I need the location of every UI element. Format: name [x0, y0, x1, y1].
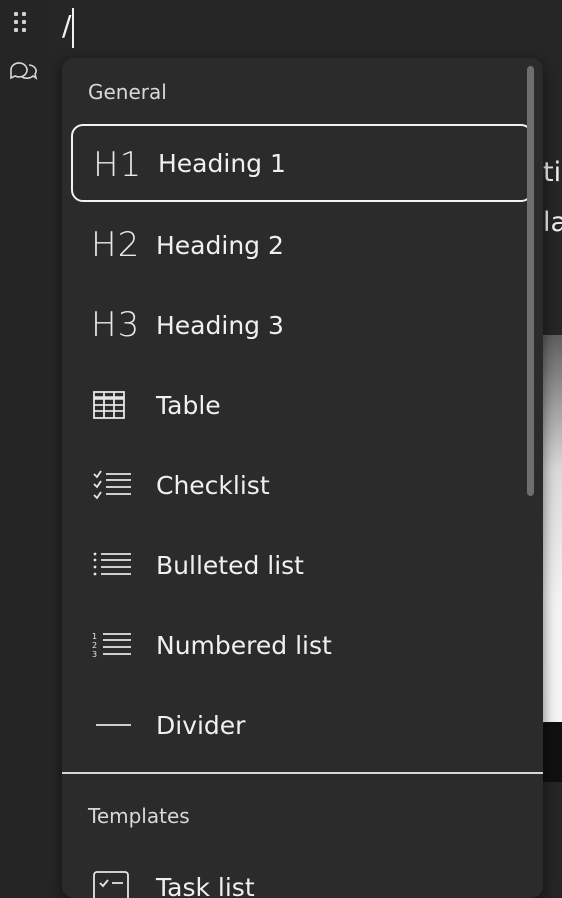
menu-item-heading-2[interactable]: H2 Heading 2 — [71, 206, 533, 284]
heading-2-icon: H2 — [91, 225, 141, 265]
left-gutter — [0, 0, 48, 884]
menu-item-heading-1[interactable]: H1 Heading 1 — [71, 124, 533, 202]
menu-item-table[interactable]: Table — [71, 366, 533, 444]
section-label-templates: Templates — [88, 804, 190, 828]
menu-item-checklist[interactable]: Checklist — [71, 446, 533, 524]
background-text-line: la — [543, 208, 562, 238]
section-label-general: General — [88, 80, 167, 104]
heading-1-icon: H1 — [93, 145, 143, 185]
menu-item-numbered-list[interactable]: 1 2 3 Numbered list — [71, 606, 533, 684]
menu-item-divider[interactable]: Divider — [71, 686, 533, 764]
checklist-icon — [91, 465, 141, 505]
menu-item-label: Numbered list — [156, 631, 332, 660]
menu-item-label: Heading 3 — [156, 311, 284, 340]
menu-item-label: Bulleted list — [156, 551, 304, 580]
background-text-line: ti — [543, 158, 561, 188]
task-list-icon — [91, 867, 141, 898]
menu-item-label: Task list — [156, 873, 255, 898]
bulleted-list-icon — [91, 545, 141, 585]
menu-item-label: Heading 1 — [158, 149, 286, 178]
menu-item-label: Table — [156, 391, 221, 420]
menu-item-heading-3[interactable]: H3 Heading 3 — [71, 286, 533, 364]
svg-text:2: 2 — [92, 641, 97, 650]
drag-handle-icon[interactable] — [14, 12, 32, 36]
menu-item-label: Divider — [156, 711, 245, 740]
section-separator — [62, 772, 543, 774]
menu-scrollbar[interactable] — [527, 66, 534, 496]
text-caret — [72, 8, 74, 48]
numbered-list-icon: 1 2 3 — [91, 625, 141, 665]
heading-3-icon: H3 — [91, 305, 141, 345]
slash-command-menu: General H1 Heading 1 H2 Heading 2 H3 Hea… — [62, 58, 543, 898]
menu-item-label: Heading 2 — [156, 231, 284, 260]
divider-icon — [91, 705, 141, 745]
svg-text:1: 1 — [92, 632, 97, 641]
comments-icon[interactable] — [8, 58, 38, 84]
svg-text:3: 3 — [92, 650, 97, 659]
menu-item-task-list[interactable]: Task list — [71, 848, 533, 898]
menu-item-label: Checklist — [156, 471, 270, 500]
slash-command-text[interactable]: / — [62, 10, 71, 42]
table-icon — [91, 385, 141, 425]
background-image — [542, 335, 562, 780]
menu-item-bulleted-list[interactable]: Bulleted list — [71, 526, 533, 604]
